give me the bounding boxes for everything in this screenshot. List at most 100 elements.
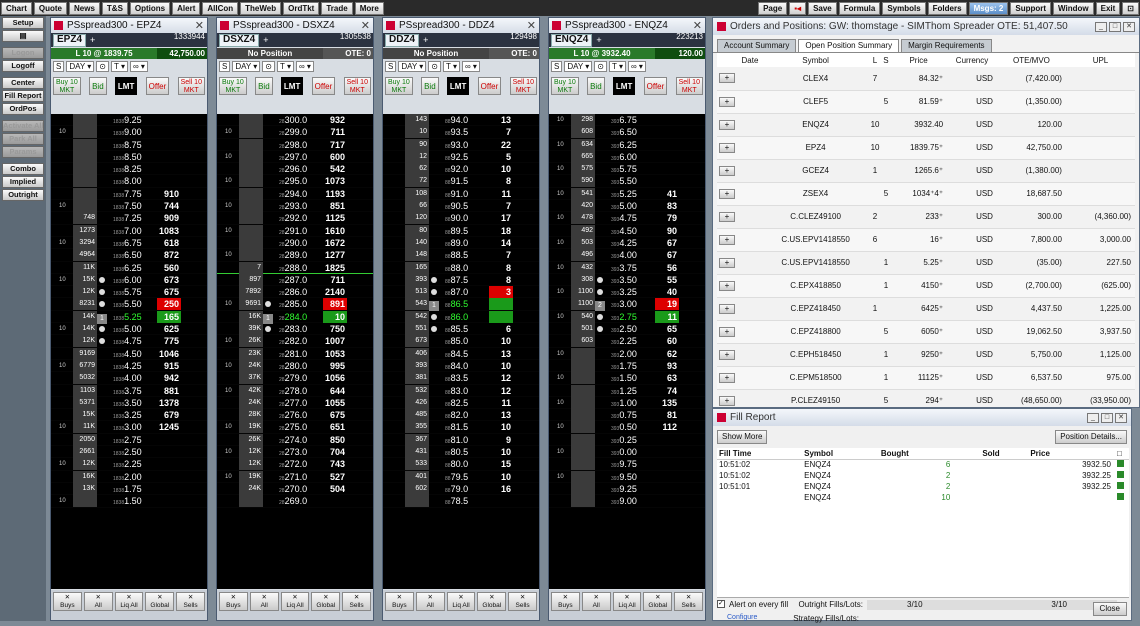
row-expand-button[interactable]: + — [719, 349, 735, 360]
my-orders-cell[interactable]: 10 — [217, 225, 239, 237]
price-cell[interactable]: 18387.75 — [109, 188, 157, 200]
cancel-buys-button[interactable]: ✕ Buys — [53, 592, 82, 611]
price-cell[interactable]: 28273.0 — [275, 446, 323, 458]
toolbar-t-s-button[interactable]: T&S — [101, 1, 128, 15]
sell-orders-cell[interactable] — [181, 274, 207, 286]
ladder-row[interactable]: 10 19K 28271.0 527 — [217, 470, 373, 483]
toolbar-news-button[interactable]: News — [69, 1, 100, 15]
position-row[interactable]: + GCEZ4 1 1265.6⁺ USD (1,380.00) — [717, 159, 1135, 183]
ladder-row[interactable]: 3939.25 — [549, 482, 705, 496]
my-orders-cell[interactable] — [217, 311, 239, 323]
ladder-row[interactable]: 10 3931.50 63 — [549, 372, 705, 385]
price-cell[interactable]: 8885.0 — [441, 335, 489, 347]
sell-orders-cell[interactable] — [679, 188, 705, 200]
sell-orders-cell[interactable] — [181, 188, 207, 200]
ladder-row[interactable]: 10 478 3934.75 79 — [549, 212, 705, 225]
my-orders-cell[interactable] — [51, 409, 73, 421]
price-cell[interactable]: 28271.0 — [275, 471, 323, 483]
my-orders-cell[interactable] — [549, 483, 571, 495]
ladder-row[interactable]: 603 3932.25 60 — [549, 335, 705, 348]
price-cell[interactable]: 18387.50 — [109, 200, 157, 212]
toolbar-symbols-button[interactable]: Symbols — [882, 1, 926, 15]
price-cell[interactable]: 18386.00 — [109, 274, 157, 286]
my-orders-cell[interactable] — [383, 126, 405, 138]
sidebar-center-button[interactable]: Center — [2, 77, 44, 89]
ladder-row[interactable]: 148 8888.5 7 — [383, 249, 539, 262]
sidebar-implied-button[interactable]: Implied — [2, 176, 44, 188]
ladder-row[interactable]: 10 28295.0 1073 — [217, 175, 373, 188]
my-orders-cell[interactable]: 10 — [217, 298, 239, 310]
ladder-row[interactable]: 80 8889.5 18 — [383, 224, 539, 237]
my-orders-cell[interactable]: 10 — [217, 446, 239, 458]
my-orders-cell[interactable] — [51, 286, 73, 298]
ladder-row[interactable]: 5032 18384.00 942 — [51, 372, 207, 385]
price-cell[interactable]: 18386.75 — [109, 237, 157, 249]
sell-orders-cell[interactable] — [181, 225, 207, 237]
toolbar-options-button[interactable]: Options — [129, 1, 171, 15]
sell-orders-cell[interactable] — [347, 286, 373, 298]
my-orders-cell[interactable]: 10 — [549, 139, 571, 151]
sell-orders-cell[interactable] — [181, 335, 207, 347]
mode-select[interactable]: S — [219, 60, 231, 72]
cancel-all-button[interactable]: ✕ All — [415, 592, 445, 611]
link-icon[interactable]: ∞ ▾ — [295, 60, 314, 72]
toolbar-allcon-button[interactable]: AllCon — [202, 1, 239, 15]
sidebar-setup-button[interactable]: Setup — [2, 17, 44, 29]
price-cell[interactable]: 8893.5 — [441, 126, 489, 138]
price-cell[interactable]: 8890.5 — [441, 200, 489, 212]
my-orders-cell[interactable] — [217, 114, 239, 126]
options-icon[interactable]: ⊙ — [428, 60, 441, 72]
ladder-row[interactable]: 28290.0 1672 — [217, 236, 373, 250]
cancel-sells-button[interactable]: ✕ Sells — [674, 592, 703, 611]
price-cell[interactable]: 3935.25 — [607, 188, 655, 200]
t-select[interactable]: T ▾ — [443, 60, 460, 72]
price-cell[interactable]: 8880.5 — [441, 446, 489, 458]
my-orders-cell[interactable]: 10 — [549, 286, 571, 298]
sell-orders-cell[interactable] — [181, 360, 207, 372]
position-row[interactable]: + C.EPX418850 1 4150⁺ USD (2,700.00) (625.00) — [717, 274, 1135, 298]
link-icon[interactable]: ∞ ▾ — [627, 60, 646, 72]
sell-orders-cell[interactable] — [513, 335, 539, 347]
close-icon[interactable]: ✕ — [1115, 412, 1127, 423]
position-row[interactable]: + C.EPH518450 1 9250⁺ USD 5,750.00 1,125.00 — [717, 343, 1135, 367]
price-cell[interactable]: 18388.50 — [109, 151, 157, 163]
price-cell[interactable]: 3936.25 — [607, 139, 655, 151]
ladder-row[interactable]: 108 8891.0 11 — [383, 187, 539, 201]
price-cell[interactable]: 18388.00 — [109, 175, 157, 187]
price-cell[interactable]: 8884.5 — [441, 348, 489, 360]
row-expand-button[interactable]: + — [719, 188, 735, 199]
sell-orders-cell[interactable] — [513, 372, 539, 384]
my-orders-cell[interactable] — [383, 446, 405, 458]
sell-orders-cell[interactable] — [513, 151, 539, 163]
my-orders-cell[interactable] — [51, 298, 73, 310]
close-icon[interactable]: ✕ — [195, 19, 204, 32]
sell-orders-cell[interactable] — [513, 175, 539, 187]
my-orders-cell[interactable] — [383, 151, 405, 163]
position-row[interactable]: + C.EPZ418450 1 6425⁺ USD 4,437.50 1,225.00 — [717, 297, 1135, 321]
ladder-row[interactable]: 10 3294 18386.75 618 — [51, 236, 207, 250]
sell-orders-cell[interactable] — [347, 348, 373, 360]
position-row[interactable]: + C.EPM518500 1 11125⁺ USD 6,537.50 975.00 — [717, 366, 1135, 390]
alert-checkbox[interactable]: ✓ — [717, 600, 725, 608]
sell-orders-cell[interactable] — [679, 471, 705, 483]
my-orders-cell[interactable] — [383, 262, 405, 274]
toolbar-quote-button[interactable]: Quote — [33, 1, 67, 15]
price-cell[interactable]: 3932.50 — [607, 323, 655, 335]
sell-orders-cell[interactable] — [181, 409, 207, 421]
sell-orders-cell[interactable] — [347, 237, 373, 249]
my-orders-cell[interactable] — [383, 286, 405, 298]
my-orders-cell[interactable] — [383, 471, 405, 483]
buy-market-button[interactable]: Buy 10 MKT — [385, 77, 413, 95]
my-orders-cell[interactable] — [383, 163, 405, 175]
my-orders-cell[interactable]: 10 — [549, 262, 571, 274]
sell-orders-cell[interactable] — [679, 151, 705, 163]
price-cell[interactable]: 28269.0 — [275, 495, 323, 507]
position-row[interactable]: + ENQZ4 10 3932.40 USD 120.00 — [717, 113, 1135, 137]
sell-orders-cell[interactable] — [347, 163, 373, 175]
price-cell[interactable]: 3939.00 — [607, 495, 655, 507]
cancel-buys-button[interactable]: ✕ Buys — [551, 592, 580, 611]
ladder-row[interactable]: 393 8887.5 8 — [383, 273, 539, 287]
my-orders-cell[interactable] — [383, 225, 405, 237]
sell-orders-cell[interactable] — [679, 372, 705, 384]
ladder-row[interactable]: 10 28299.0 711 — [217, 126, 373, 139]
